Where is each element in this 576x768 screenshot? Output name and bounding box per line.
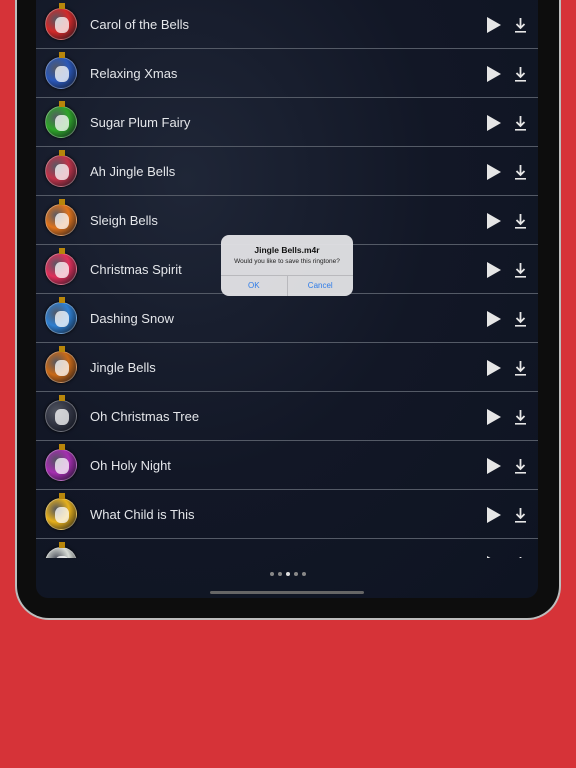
save-ringtone-alert: Jingle Bells.m4r Would you like to save …: [221, 235, 353, 296]
page-indicator[interactable]: [270, 572, 306, 576]
ringtone-title: Ah Jingle Bells: [90, 163, 176, 179]
ringtone-row[interactable]: Dashing Snow: [36, 294, 538, 343]
ornament-icon: [45, 346, 77, 383]
play-icon[interactable]: [487, 262, 501, 278]
ringtone-title: Relaxing Xmas: [90, 65, 178, 81]
ringtone-title: Dashing Snow: [90, 310, 174, 326]
download-icon[interactable]: [514, 556, 527, 558]
download-icon[interactable]: [514, 409, 527, 425]
ringtone-title: Christmas Spirit: [90, 261, 182, 277]
play-icon[interactable]: [487, 360, 501, 376]
download-icon[interactable]: [514, 360, 527, 376]
download-icon[interactable]: [514, 458, 527, 474]
page-dot[interactable]: [270, 572, 274, 576]
ornament-icon: [45, 248, 77, 285]
ringtone-row[interactable]: Sugar Plum Fairy: [36, 98, 538, 147]
ornament-icon: [45, 297, 77, 334]
play-icon[interactable]: [487, 66, 501, 82]
ornament-icon: [45, 52, 77, 89]
ok-button[interactable]: OK: [221, 276, 287, 296]
ringtone-title: Jingle Bells: [90, 359, 156, 375]
alert-title: Jingle Bells.m4r: [254, 245, 320, 255]
ornament-icon: [45, 3, 77, 40]
play-icon[interactable]: [487, 556, 501, 558]
play-icon[interactable]: [487, 115, 501, 131]
download-icon[interactable]: [514, 311, 527, 327]
cancel-button[interactable]: Cancel: [286, 276, 354, 296]
page-dot[interactable]: [294, 572, 298, 576]
ringtone-row[interactable]: Ah Jingle Bells: [36, 147, 538, 196]
ringtone-title: Sleigh Bells: [90, 212, 158, 228]
download-icon[interactable]: [514, 507, 527, 523]
download-icon[interactable]: [514, 66, 527, 82]
ornament-icon: [45, 150, 77, 187]
ringtone-title: Sugar Plum Fairy: [90, 114, 191, 130]
download-icon[interactable]: [514, 115, 527, 131]
ringtone-row[interactable]: Oh Holy Night: [36, 441, 538, 490]
download-icon[interactable]: [514, 17, 527, 33]
play-icon[interactable]: [487, 507, 501, 523]
alert-message: Would you like to save this ringtone?: [234, 258, 340, 265]
page-dot[interactable]: [278, 572, 282, 576]
ornament-icon: [45, 542, 77, 558]
play-icon[interactable]: [487, 311, 501, 327]
ornament-icon: [45, 444, 77, 481]
play-icon[interactable]: [487, 458, 501, 474]
download-icon[interactable]: [514, 213, 527, 229]
ringtone-row[interactable]: [36, 539, 538, 558]
ringtone-row[interactable]: Relaxing Xmas: [36, 49, 538, 98]
play-icon[interactable]: [487, 409, 501, 425]
page-dot[interactable]: [302, 572, 306, 576]
download-icon[interactable]: [514, 164, 527, 180]
ringtone-title: Oh Christmas Tree: [90, 408, 200, 424]
ringtone-row[interactable]: Oh Christmas Tree: [36, 392, 538, 441]
play-icon[interactable]: [487, 17, 501, 33]
ornament-icon: [45, 493, 77, 530]
download-icon[interactable]: [514, 262, 527, 278]
ringtone-title: Oh Holy Night: [90, 457, 171, 473]
home-indicator[interactable]: [210, 591, 364, 594]
ornament-icon: [45, 395, 77, 432]
ringtone-row[interactable]: Carol of the Bells: [36, 0, 538, 49]
ornament-icon: [45, 101, 77, 138]
play-icon[interactable]: [487, 164, 501, 180]
play-icon[interactable]: [487, 213, 501, 229]
ringtone-title: Carol of the Bells: [90, 16, 189, 32]
screen: Carol of the Bells Relaxing Xmas Sugar P…: [36, 0, 538, 598]
ornament-icon: [45, 199, 77, 236]
ringtone-title: What Child is This: [90, 506, 195, 522]
page-dot[interactable]: [286, 572, 290, 576]
ringtone-row[interactable]: What Child is This: [36, 490, 538, 539]
ringtone-row[interactable]: Jingle Bells: [36, 343, 538, 392]
